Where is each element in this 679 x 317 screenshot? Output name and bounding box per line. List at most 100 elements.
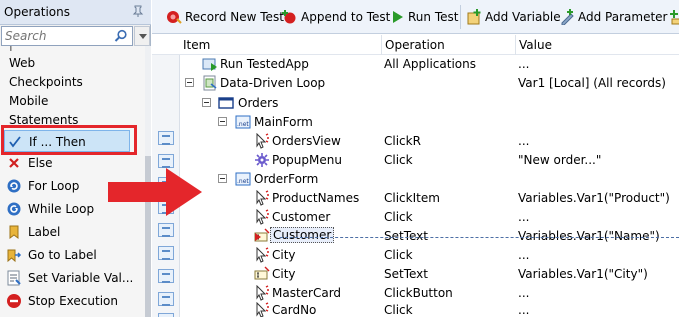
- search-icon[interactable]: [114, 29, 128, 43]
- svg-text:.net: .net: [237, 121, 249, 128]
- operation-label-item[interactable]: Label: [4, 221, 130, 243]
- collapse-toggle[interactable]: [202, 98, 211, 107]
- search-dropdown-button[interactable]: [134, 26, 150, 46]
- popup-menu-icon: [254, 152, 270, 168]
- tree-row-orders[interactable]: Orders: [180, 94, 679, 113]
- tree-item-name: Data-Driven Loop: [220, 76, 326, 90]
- tree-row-run-testedapp[interactable]: Run TestedApp All Applications ...: [180, 55, 679, 74]
- tree-item-value: Variables.Var1("Name"): [518, 229, 660, 243]
- operation-stop-execution[interactable]: Stop Execution: [4, 290, 130, 312]
- tree-item-operation: ClickItem: [384, 191, 440, 205]
- gutter-marker[interactable]: [158, 223, 174, 237]
- tree-row-data-driven-loop[interactable]: Data-Driven Loop Var1 [Local] (All recor…: [180, 74, 679, 93]
- column-header-operation[interactable]: Operation: [385, 38, 445, 52]
- tree-item-name: ProductNames: [272, 191, 360, 205]
- operations-panel: Operations ſ Web Checkpoints Mobile Stat…: [0, 0, 151, 317]
- category-checkpoints[interactable]: Checkpoints: [9, 73, 83, 91]
- insert-position-marker: [255, 233, 261, 241]
- tree-item-operation: ClickR: [384, 134, 421, 148]
- go-to-label-icon: [6, 247, 22, 263]
- gutter-marker[interactable]: [158, 131, 174, 145]
- dotnet-form-icon: .net: [235, 171, 251, 187]
- tree-row-cardno[interactable]: CardNo Click ...: [180, 301, 679, 317]
- more-toolbar-button[interactable]: [668, 8, 679, 26]
- label-icon: [6, 224, 22, 240]
- search-box: [1, 26, 133, 46]
- operation-go-to-label[interactable]: Go to Label: [4, 244, 130, 266]
- gutter-marker[interactable]: [158, 269, 174, 283]
- collapse-toggle[interactable]: [218, 174, 227, 183]
- tree-item-operation: Click: [384, 210, 413, 224]
- tree-item-name: PopupMenu: [272, 153, 342, 167]
- column-separator[interactable]: [515, 35, 516, 55]
- tree-row-orderform[interactable]: .net OrderForm: [180, 170, 679, 189]
- tree-item-name: OrderForm: [254, 172, 319, 186]
- append-to-test-label: Append to Test: [301, 10, 391, 24]
- tree-item-value: ...: [518, 248, 530, 262]
- for-loop-icon: [6, 178, 22, 194]
- add-variable-label: Add Variable: [485, 10, 561, 24]
- operation-label: Stop Execution: [28, 294, 118, 308]
- add-icon: [668, 9, 679, 25]
- operation-set-variable-value[interactable]: Set Variable Val...: [4, 267, 133, 289]
- tree-row-customer-click[interactable]: Customer Click ...: [180, 208, 679, 227]
- category-mobile[interactable]: Mobile: [9, 92, 48, 110]
- tree-item-value: Var1 [Local] (All records): [518, 76, 666, 90]
- tree-item-value: ...: [518, 303, 530, 317]
- click-icon: [254, 246, 270, 263]
- toolbar-separator: [460, 5, 461, 29]
- add-parameter-icon: [559, 9, 575, 26]
- tree-item-operation: SetText: [384, 229, 428, 243]
- set-text-icon: [254, 266, 270, 282]
- tree-item-name: Orders: [238, 96, 279, 110]
- add-variable-icon: [466, 9, 482, 25]
- click-icon: [254, 132, 270, 149]
- tree-item-operation: Click: [384, 248, 413, 262]
- collapse-toggle[interactable]: [218, 117, 227, 126]
- tree-item-name: City: [272, 267, 296, 281]
- tree-item-value: ...: [518, 57, 530, 71]
- gutter-marker[interactable]: [158, 313, 174, 317]
- svg-text:.net: .net: [237, 178, 249, 185]
- test-tree-grid: Item Operation Value Run TestedApp All A…: [152, 35, 679, 317]
- operation-label: Label: [28, 225, 61, 239]
- column-header-item[interactable]: Item: [183, 38, 210, 52]
- collapse-toggle[interactable]: [185, 78, 194, 87]
- category-web[interactable]: Web: [9, 54, 35, 72]
- tree-item-value: "New order...": [518, 153, 602, 167]
- tree-row-ordersview[interactable]: OrdersView ClickR ...: [180, 132, 679, 151]
- search-input[interactable]: [5, 28, 113, 44]
- gutter-marker[interactable]: [158, 292, 174, 306]
- tree-item-name: CardNo: [272, 303, 317, 317]
- tree-item-name: MainForm: [254, 115, 313, 129]
- record-new-test-button[interactable]: Record New Test: [166, 8, 284, 26]
- tree-row-city-settext[interactable]: City SetText Variables.Var1("City"): [180, 265, 679, 284]
- drag-arrow-icon: [108, 168, 202, 216]
- run-test-button[interactable]: Run Test: [389, 8, 459, 26]
- tree-row-popupmenu[interactable]: PopupMenu Click "New order...": [180, 151, 679, 170]
- tree-item-value: ...: [518, 210, 530, 224]
- click-icon: [254, 301, 270, 317]
- tree-row-city-click[interactable]: City Click ...: [180, 246, 679, 265]
- column-separator[interactable]: [381, 35, 382, 55]
- tree-row-productnames[interactable]: ProductNames ClickItem Variables.Var1("P…: [180, 189, 679, 208]
- gutter-marker[interactable]: [158, 246, 174, 260]
- tree-item-operation: Click: [384, 153, 413, 167]
- add-variable-button[interactable]: Add Variable: [466, 8, 561, 26]
- operation-label: Else: [28, 156, 53, 170]
- if-then-highlight-box: [1, 125, 137, 155]
- column-header-value[interactable]: Value: [519, 38, 552, 52]
- add-parameter-button[interactable]: Add Parameter: [559, 8, 667, 26]
- toolbar: Record New Test Append to Test Run Test …: [152, 0, 679, 34]
- window-icon: [218, 95, 234, 111]
- tree-row-mainform[interactable]: .net MainForm: [180, 113, 679, 132]
- gutter-marker[interactable]: [158, 154, 174, 168]
- tree-item-value: ...: [518, 286, 530, 300]
- stop-icon: [6, 293, 22, 309]
- chevron-down-icon: [139, 34, 147, 39]
- grid-header: Item Operation Value: [152, 35, 679, 55]
- data-loop-icon: [202, 75, 218, 91]
- append-to-test-button[interactable]: Append to Test: [282, 8, 390, 26]
- play-icon: [389, 9, 405, 25]
- pin-icon[interactable]: [131, 4, 145, 18]
